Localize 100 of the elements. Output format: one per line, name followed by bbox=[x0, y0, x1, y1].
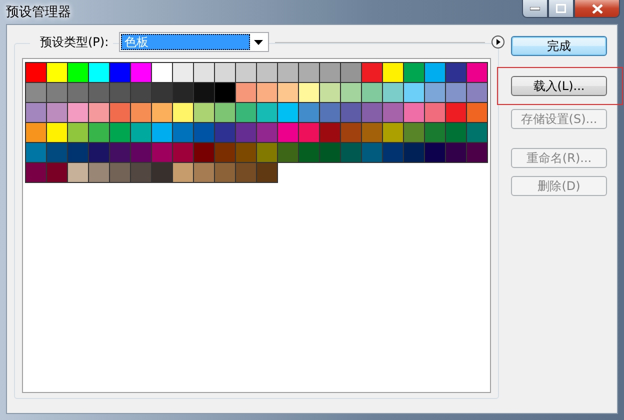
color-swatch[interactable] bbox=[46, 162, 68, 183]
color-swatch[interactable] bbox=[382, 102, 404, 123]
color-swatch[interactable] bbox=[67, 142, 89, 163]
color-swatch[interactable] bbox=[235, 162, 257, 183]
color-swatch[interactable] bbox=[298, 82, 320, 103]
color-swatch[interactable] bbox=[424, 82, 446, 103]
color-swatch[interactable] bbox=[445, 82, 467, 103]
color-swatch[interactable] bbox=[445, 142, 467, 163]
color-swatch[interactable] bbox=[193, 142, 215, 163]
color-swatch[interactable] bbox=[256, 142, 278, 163]
color-swatch[interactable] bbox=[130, 142, 152, 163]
color-swatch[interactable] bbox=[88, 162, 110, 183]
color-swatch[interactable] bbox=[361, 142, 383, 163]
color-swatch[interactable] bbox=[214, 142, 236, 163]
color-swatch[interactable] bbox=[151, 162, 173, 183]
color-swatch[interactable] bbox=[340, 122, 362, 143]
color-swatch[interactable] bbox=[361, 82, 383, 103]
panel-menu-button[interactable] bbox=[491, 35, 505, 49]
color-swatch[interactable] bbox=[277, 82, 299, 103]
color-swatch[interactable] bbox=[424, 142, 446, 163]
maximize-button[interactable] bbox=[548, 0, 574, 18]
color-swatch[interactable] bbox=[67, 162, 89, 183]
color-swatch[interactable] bbox=[130, 82, 152, 103]
color-swatch[interactable] bbox=[25, 82, 47, 103]
color-swatch[interactable] bbox=[424, 62, 446, 83]
color-swatch[interactable] bbox=[382, 122, 404, 143]
color-swatch[interactable] bbox=[445, 122, 467, 143]
color-swatch[interactable] bbox=[256, 82, 278, 103]
color-swatch[interactable] bbox=[214, 122, 236, 143]
color-swatch[interactable] bbox=[235, 102, 257, 123]
color-swatch[interactable] bbox=[88, 102, 110, 123]
color-swatch[interactable] bbox=[298, 142, 320, 163]
color-swatch[interactable] bbox=[172, 62, 194, 83]
color-swatch[interactable] bbox=[109, 82, 131, 103]
color-swatch[interactable] bbox=[46, 62, 68, 83]
color-swatch[interactable] bbox=[67, 102, 89, 123]
color-swatch[interactable] bbox=[424, 102, 446, 123]
close-button[interactable] bbox=[574, 0, 620, 18]
color-swatch[interactable] bbox=[193, 82, 215, 103]
color-swatch[interactable] bbox=[67, 82, 89, 103]
color-swatch[interactable] bbox=[403, 82, 425, 103]
color-swatch[interactable] bbox=[403, 102, 425, 123]
color-swatch[interactable] bbox=[25, 62, 47, 83]
color-swatch[interactable] bbox=[235, 122, 257, 143]
color-swatch[interactable] bbox=[88, 82, 110, 103]
color-swatch[interactable] bbox=[340, 82, 362, 103]
color-swatch[interactable] bbox=[277, 142, 299, 163]
color-swatch[interactable] bbox=[67, 122, 89, 143]
color-swatch[interactable] bbox=[193, 102, 215, 123]
color-swatch[interactable] bbox=[319, 102, 341, 123]
color-swatch[interactable] bbox=[235, 62, 257, 83]
color-swatch[interactable] bbox=[298, 122, 320, 143]
color-swatch[interactable] bbox=[382, 142, 404, 163]
color-swatch[interactable] bbox=[151, 122, 173, 143]
color-swatch[interactable] bbox=[466, 142, 488, 163]
color-swatch[interactable] bbox=[25, 102, 47, 123]
color-swatch[interactable] bbox=[361, 102, 383, 123]
color-swatch[interactable] bbox=[361, 62, 383, 83]
color-swatch[interactable] bbox=[172, 82, 194, 103]
color-swatch[interactable] bbox=[109, 162, 131, 183]
color-swatch[interactable] bbox=[46, 122, 68, 143]
color-swatch[interactable] bbox=[214, 62, 236, 83]
color-swatch[interactable] bbox=[319, 62, 341, 83]
color-swatch[interactable] bbox=[130, 122, 152, 143]
color-swatch[interactable] bbox=[235, 142, 257, 163]
color-swatch[interactable] bbox=[235, 82, 257, 103]
color-swatch[interactable] bbox=[319, 82, 341, 103]
color-swatch[interactable] bbox=[466, 62, 488, 83]
color-swatch[interactable] bbox=[25, 122, 47, 143]
color-swatch[interactable] bbox=[445, 62, 467, 83]
color-swatch[interactable] bbox=[67, 62, 89, 83]
color-swatch[interactable] bbox=[130, 102, 152, 123]
color-swatch[interactable] bbox=[319, 122, 341, 143]
color-swatch[interactable] bbox=[340, 102, 362, 123]
color-swatch[interactable] bbox=[151, 102, 173, 123]
color-swatch[interactable] bbox=[424, 122, 446, 143]
color-swatch[interactable] bbox=[466, 122, 488, 143]
color-swatch[interactable] bbox=[172, 142, 194, 163]
color-swatch[interactable] bbox=[403, 122, 425, 143]
color-swatch[interactable] bbox=[277, 122, 299, 143]
color-swatch[interactable] bbox=[214, 162, 236, 183]
color-swatch[interactable] bbox=[172, 162, 194, 183]
color-swatch[interactable] bbox=[256, 102, 278, 123]
color-swatch[interactable] bbox=[109, 142, 131, 163]
color-swatch[interactable] bbox=[88, 142, 110, 163]
color-swatch[interactable] bbox=[193, 162, 215, 183]
color-swatch[interactable] bbox=[193, 122, 215, 143]
color-swatch[interactable] bbox=[172, 122, 194, 143]
color-swatch[interactable] bbox=[277, 102, 299, 123]
color-swatch[interactable] bbox=[151, 82, 173, 103]
dialog-button[interactable]: 载入(L)... bbox=[511, 76, 607, 96]
minimize-button[interactable] bbox=[522, 0, 548, 18]
color-swatch[interactable] bbox=[25, 162, 47, 183]
color-swatch[interactable] bbox=[466, 82, 488, 103]
color-swatch[interactable] bbox=[214, 102, 236, 123]
color-swatch[interactable] bbox=[403, 62, 425, 83]
color-swatch[interactable] bbox=[403, 142, 425, 163]
color-swatch[interactable] bbox=[172, 102, 194, 123]
color-swatch[interactable] bbox=[256, 122, 278, 143]
color-swatch[interactable] bbox=[151, 142, 173, 163]
